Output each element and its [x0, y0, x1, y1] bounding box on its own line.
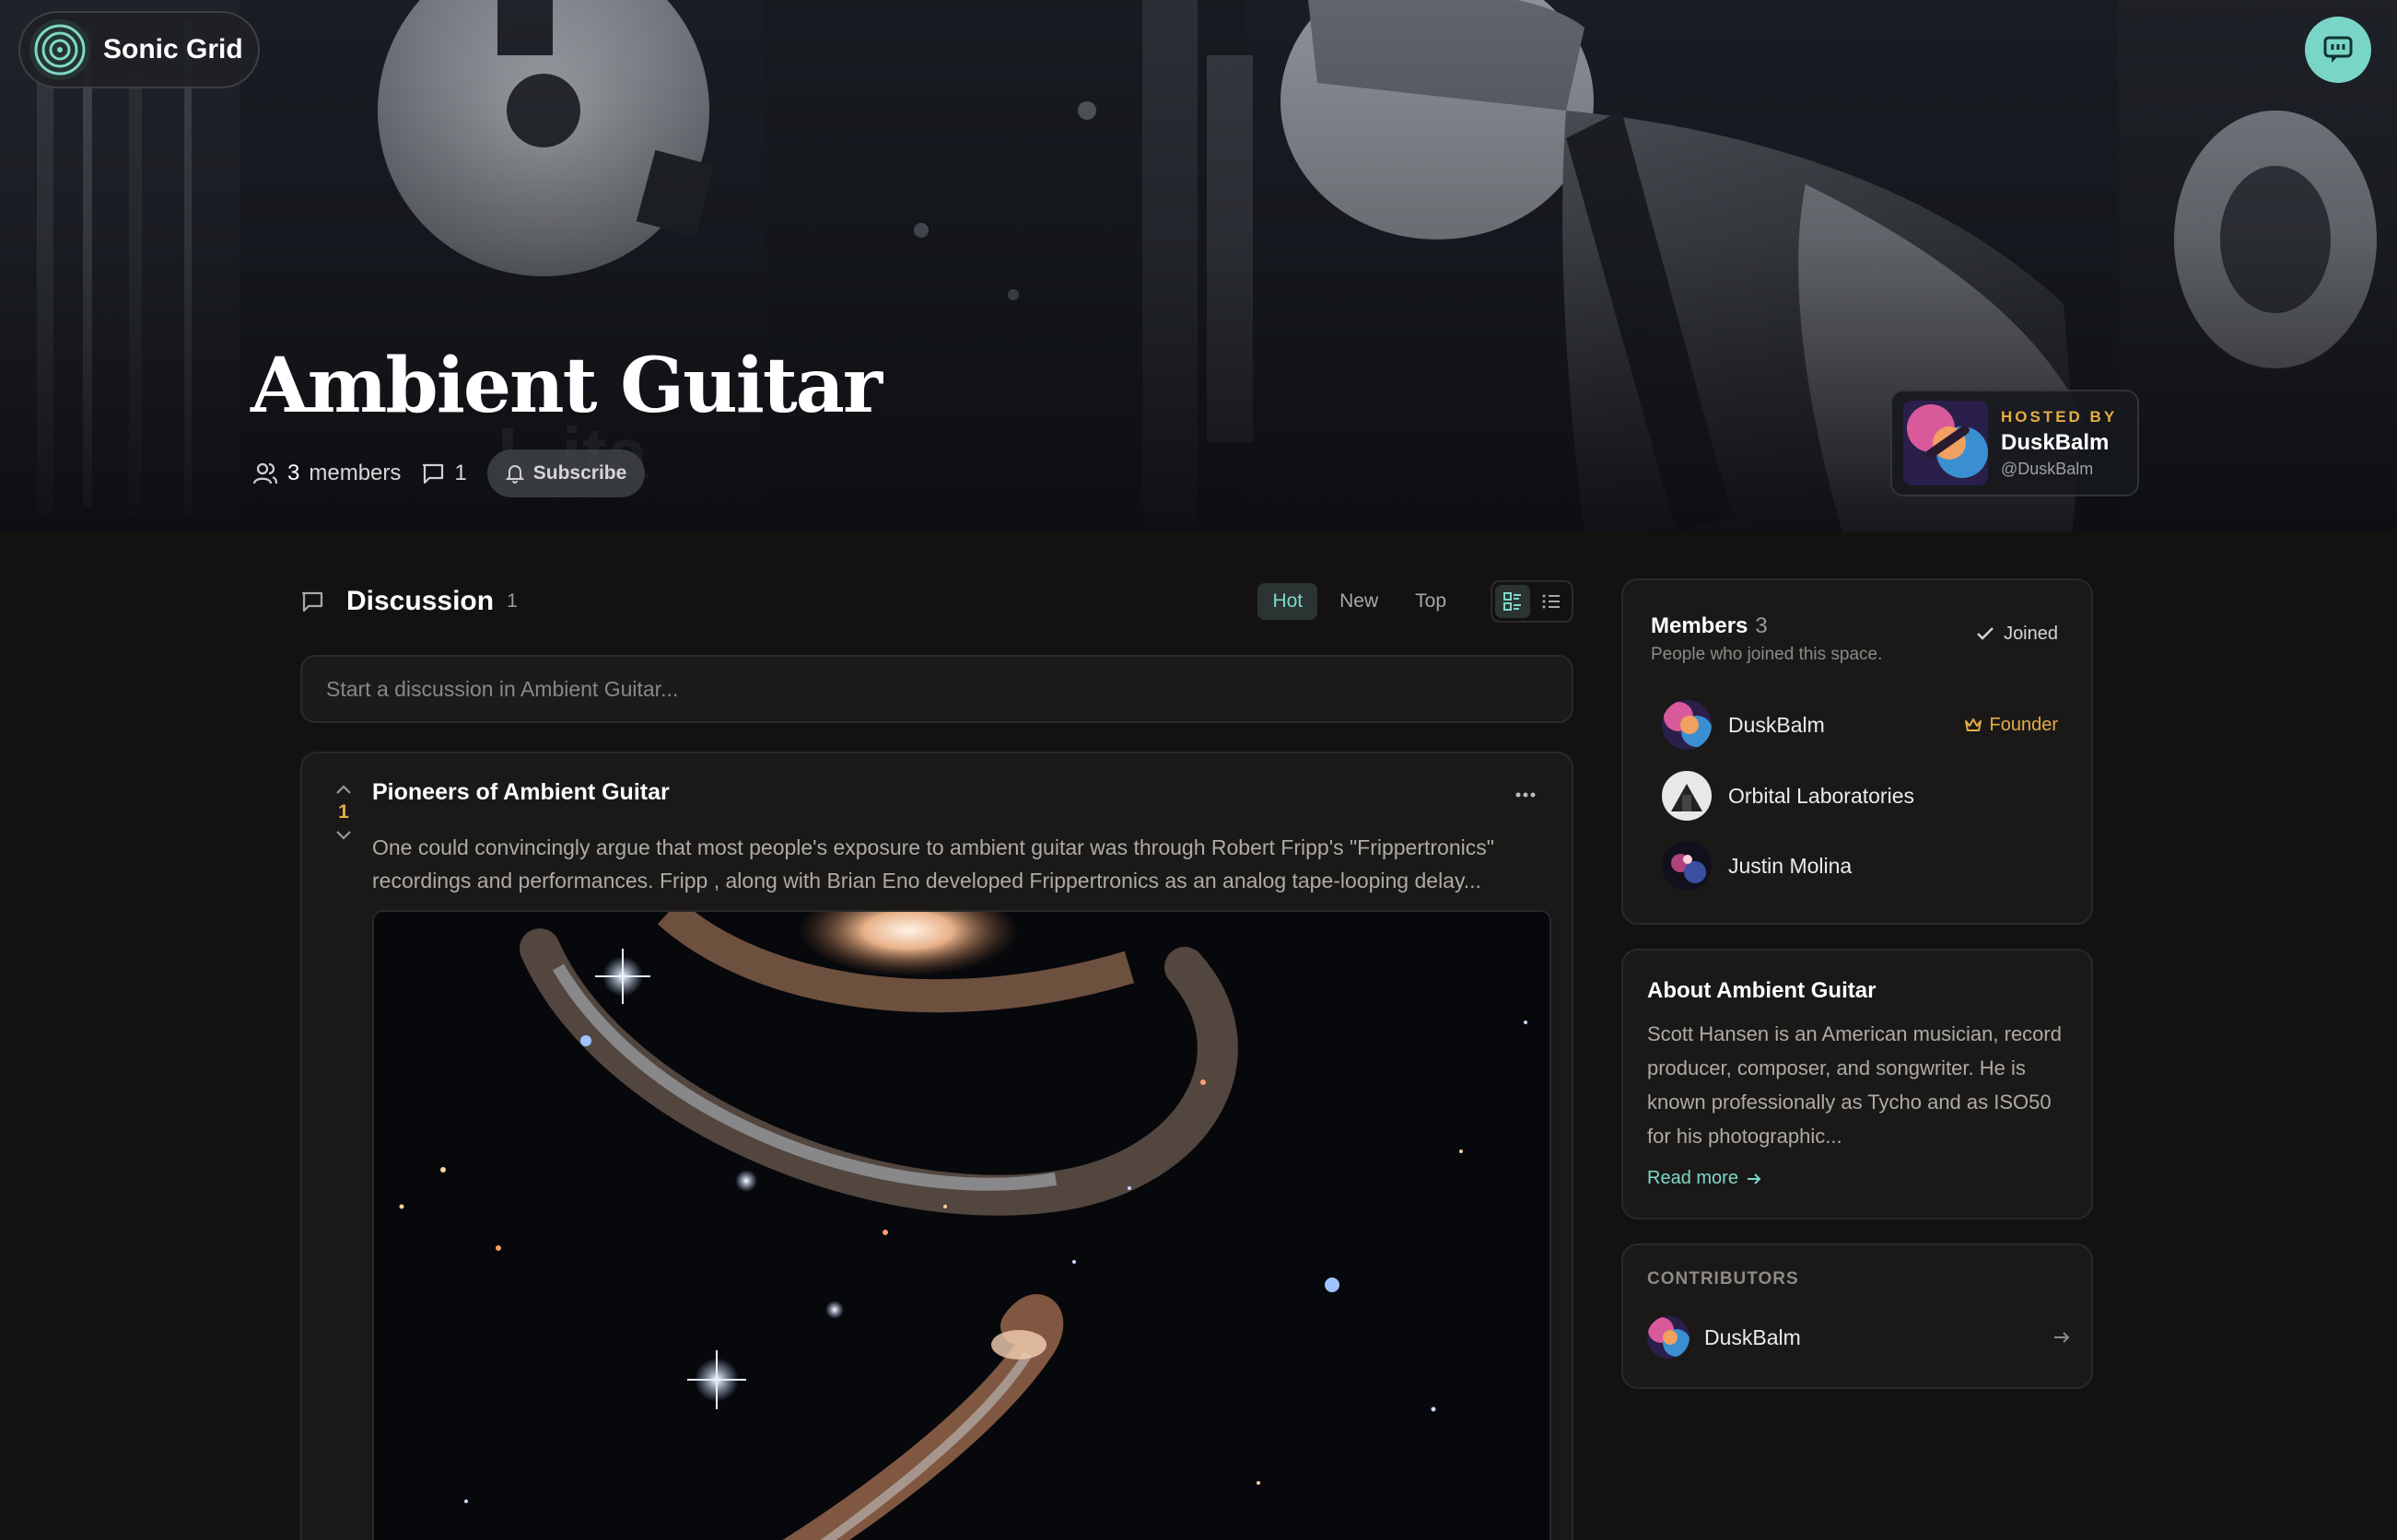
- post-title[interactable]: Pioneers of Ambient Guitar: [372, 779, 670, 806]
- bell-icon: [505, 465, 524, 484]
- sort-tabs: Hot New Top: [1257, 580, 1573, 623]
- users-icon: [252, 462, 278, 484]
- app-name: Sonic Grid: [103, 34, 243, 64]
- host-handle: @DuskBalm: [2001, 459, 2094, 478]
- contributors-card: CONTRIBUTORS DuskBalm: [1621, 1243, 2093, 1389]
- vote-controls: 1: [330, 783, 357, 842]
- read-more-link[interactable]: Read more: [1647, 1168, 1762, 1189]
- member-name: DuskBalm: [1728, 712, 1825, 737]
- members-card: Members 3 People who joined this space. J…: [1621, 578, 2093, 925]
- chat-button[interactable]: [2305, 17, 2371, 83]
- post-more-button[interactable]: [1514, 787, 1537, 803]
- discussion-title: Discussion: [346, 586, 495, 616]
- about-title: About Ambient Guitar: [1647, 978, 1877, 1003]
- post-excerpt-line: One could convincingly argue that most p…: [372, 835, 1494, 859]
- vinyl-spiral-icon: [29, 19, 90, 80]
- discussion-count: 1: [507, 590, 518, 612]
- members-title: Members: [1651, 613, 1748, 638]
- member-row[interactable]: Justin Molina: [1662, 840, 2058, 892]
- avatar: [1662, 841, 1712, 891]
- subscribe-label: Subscribe: [532, 462, 627, 484]
- members-card-count: 3: [1755, 613, 1768, 638]
- host-avatar: [1903, 401, 1988, 485]
- arrow-right-icon: [2054, 1332, 2070, 1343]
- member-row[interactable]: Orbital Laboratories: [1662, 770, 2058, 822]
- members-count-link[interactable]: 3 members: [252, 461, 401, 486]
- vote-count: 1: [338, 801, 349, 822]
- founder-label: Founder: [1989, 714, 2059, 735]
- avatar: [1662, 771, 1712, 821]
- composer-placeholder: Start a discussion in Ambient Guitar...: [326, 676, 679, 701]
- sort-tab-new[interactable]: New: [1325, 583, 1393, 620]
- avatar: [1647, 1316, 1690, 1359]
- contributors-heading: CONTRIBUTORS: [1647, 1269, 1799, 1289]
- member-row[interactable]: DuskBalm Founder: [1662, 699, 2058, 751]
- members-count: 3: [287, 461, 300, 485]
- discussion-icon: [301, 591, 323, 612]
- upvote-icon[interactable]: [334, 783, 353, 796]
- members-label: members: [309, 461, 402, 485]
- check-icon: [1977, 627, 1994, 640]
- joined-button[interactable]: Joined: [1976, 615, 2058, 652]
- space-meta: 3 members 1 Subscribe: [252, 449, 646, 497]
- list-view-icon: [1542, 594, 1560, 609]
- post-excerpt-line: recordings and performances. Fripp , alo…: [372, 869, 1481, 892]
- crown-icon: [1964, 718, 1982, 731]
- post-excerpt: One could convincingly argue that most p…: [372, 831, 1561, 897]
- view-toggle: [1491, 580, 1573, 623]
- read-more-label: Read more: [1647, 1168, 1738, 1188]
- sort-tab-hot[interactable]: Hot: [1257, 583, 1318, 620]
- chat-bubble-icon: [2323, 36, 2353, 63]
- members-heading: Members 3: [1651, 613, 1768, 639]
- about-card: About Ambient Guitar Scott Hansen is an …: [1621, 949, 2093, 1219]
- members-subtitle: People who joined this space.: [1651, 645, 1883, 664]
- card-view-button[interactable]: [1495, 585, 1530, 618]
- posts-count-value: 1: [454, 461, 467, 485]
- host-card[interactable]: HOSTED BY DuskBalm @DuskBalm: [1890, 390, 2139, 496]
- sort-tab-top[interactable]: Top: [1400, 583, 1461, 620]
- post-card[interactable]: 1 Pioneers of Ambient Guitar One could c…: [300, 752, 1573, 1540]
- discussion-composer-input[interactable]: Start a discussion in Ambient Guitar...: [300, 655, 1573, 723]
- card-view-icon: [1503, 592, 1521, 611]
- member-name: Orbital Laboratories: [1728, 783, 1914, 808]
- space-title: Ambient Guitar: [251, 342, 883, 430]
- comment-icon: [423, 463, 444, 484]
- subscribe-button[interactable]: Subscribe: [486, 449, 646, 497]
- list-view-button[interactable]: [1534, 585, 1569, 618]
- more-dots-icon: [1515, 792, 1536, 798]
- discussion-header: Discussion 1 Hot New Top: [300, 578, 1573, 624]
- post-image[interactable]: [372, 910, 1551, 1540]
- host-kicker: HOSTED BY: [2001, 407, 2118, 426]
- posts-count: 1: [421, 461, 467, 486]
- arrow-right-icon: [1747, 1172, 1761, 1184]
- joined-label: Joined: [2004, 623, 2058, 644]
- member-name: Justin Molina: [1728, 853, 1853, 878]
- founder-badge: Founder: [1964, 714, 2059, 736]
- logo-home-link[interactable]: Sonic Grid: [18, 11, 260, 88]
- about-text: Scott Hansen is an American musician, re…: [1647, 1022, 2062, 1148]
- downvote-icon[interactable]: [334, 829, 353, 842]
- page: L ita Sonic Grid Ambie: [0, 0, 2397, 1540]
- avatar: [1662, 700, 1712, 750]
- contributor-name: DuskBalm: [1704, 1324, 1801, 1349]
- hero-banner: L ita Sonic Grid Ambie: [0, 0, 2397, 532]
- host-info: HOSTED BY DuskBalm @DuskBalm: [2001, 408, 2117, 479]
- contributor-row[interactable]: DuskBalm: [1647, 1313, 2071, 1361]
- host-name: DuskBalm: [2001, 429, 2110, 455]
